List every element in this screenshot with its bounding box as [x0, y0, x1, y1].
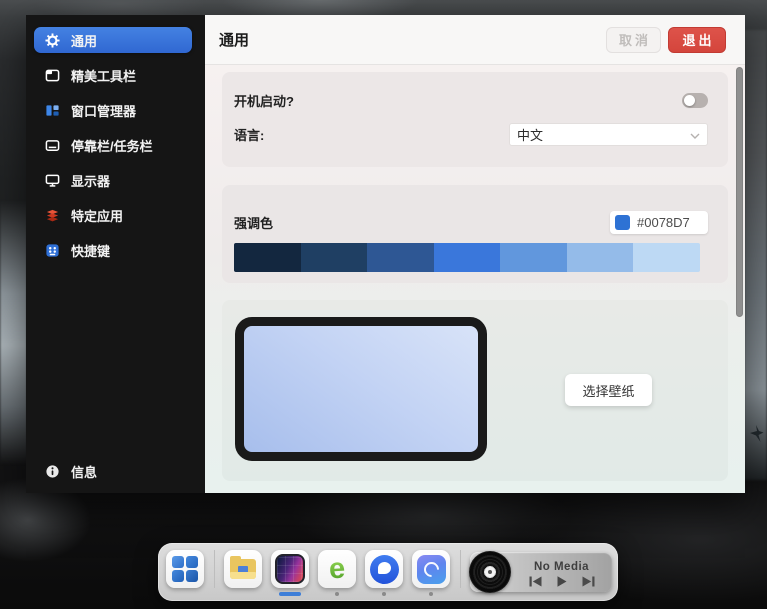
- hotkey-icon: [44, 242, 61, 259]
- sidebar-item-label: 快捷键: [71, 241, 110, 260]
- dock-separator: [214, 550, 215, 588]
- accent-palette-bar: [234, 243, 700, 272]
- toolbar-icon: [44, 67, 61, 84]
- content-header: 通用 取消 退出: [205, 15, 745, 65]
- palette-swatch[interactable]: [434, 243, 501, 272]
- display-icon: [44, 172, 61, 189]
- general-settings-card: 开机启动? 语言: 中文: [222, 72, 728, 167]
- sidebar-item-dock-taskbar[interactable]: 停靠栏/任务栏: [34, 132, 192, 158]
- dock-screen-tool-button[interactable]: [271, 550, 309, 588]
- running-dot-indicator: [382, 592, 386, 596]
- window-manager-icon: [44, 102, 61, 119]
- sidebar-item-specific-apps[interactable]: 特定应用: [34, 202, 192, 228]
- cleaner-c-icon: [417, 555, 446, 584]
- gear-icon: [44, 32, 61, 49]
- running-dot-indicator: [429, 592, 433, 596]
- sidebar-item-hotkeys[interactable]: 快捷键: [34, 237, 192, 263]
- bird-icon: [748, 423, 764, 450]
- language-label: 语言:: [234, 125, 264, 144]
- exit-button[interactable]: 退出: [668, 27, 726, 53]
- dock-browser-button[interactable]: e: [318, 550, 356, 588]
- toggle-knob: [684, 95, 695, 106]
- settings-window: 通用 精美工具栏 窗口管理器 停靠栏/任务栏 显示器: [26, 15, 745, 493]
- wallpaper-card: 选择壁纸: [222, 300, 728, 481]
- sidebar-item-toolbar[interactable]: 精美工具栏: [34, 62, 192, 88]
- dock-file-manager-button[interactable]: [224, 550, 262, 588]
- cancel-button[interactable]: 取消: [606, 27, 661, 53]
- wallpaper-preview: [235, 317, 487, 461]
- sidebar-item-label: 显示器: [71, 171, 110, 190]
- sidebar-item-label: 精美工具栏: [71, 66, 136, 85]
- autostart-label: 开机启动?: [234, 91, 294, 110]
- accent-color-picker[interactable]: #0078D7: [610, 211, 708, 234]
- layers-icon: [44, 207, 61, 224]
- language-select[interactable]: 中文: [509, 123, 708, 146]
- dock-player-button[interactable]: [365, 550, 403, 588]
- palette-swatch[interactable]: [234, 243, 301, 272]
- vinyl-record-icon[interactable]: [469, 551, 511, 593]
- content-pane: 通用 取消 退出 开机启动? 语言: 中文: [205, 15, 745, 493]
- dock: e No Media: [158, 543, 618, 601]
- dock-cleaner-button[interactable]: [412, 550, 450, 588]
- running-dot-indicator: [335, 592, 339, 596]
- active-app-indicator: [279, 592, 301, 596]
- player-bubble-icon: [370, 555, 399, 584]
- sidebar-item-info[interactable]: 信息: [34, 458, 107, 484]
- next-track-button[interactable]: [582, 576, 595, 587]
- palette-swatch[interactable]: [633, 243, 700, 272]
- accent-hex-value: #0078D7: [637, 215, 690, 230]
- page-title: 通用: [219, 29, 249, 50]
- scrollbar-thumb[interactable]: [736, 67, 743, 317]
- previous-track-button[interactable]: [529, 576, 542, 587]
- dock-separator: [460, 550, 461, 588]
- wallpaper-light-ridge: [0, 200, 27, 465]
- media-widget[interactable]: No Media: [470, 552, 612, 592]
- screen-tool-icon: [275, 554, 305, 584]
- autostart-toggle[interactable]: [682, 93, 708, 108]
- sidebar-item-general[interactable]: 通用: [34, 27, 192, 53]
- dock-app-grid-button[interactable]: [166, 550, 204, 588]
- accent-label: 强调色: [234, 213, 273, 232]
- sidebar-item-label: 停靠栏/任务栏: [71, 136, 153, 155]
- sidebar-item-display[interactable]: 显示器: [34, 167, 192, 193]
- file-manager-icon: [230, 559, 256, 579]
- app-grid-icon: [172, 556, 198, 582]
- chevron-down-icon: [690, 127, 700, 142]
- play-button[interactable]: [557, 576, 567, 587]
- palette-swatch[interactable]: [367, 243, 434, 272]
- accent-color-card: 强调色 #0078D7: [222, 185, 728, 283]
- language-value: 中文: [517, 125, 543, 144]
- sidebar-item-label: 通用: [71, 31, 97, 50]
- sidebar-item-label: 信息: [71, 462, 97, 481]
- media-status: No Media: [534, 561, 589, 573]
- sidebar-item-label: 窗口管理器: [71, 101, 136, 120]
- settings-scroll-area: 开机启动? 语言: 中文: [205, 65, 745, 493]
- palette-swatch[interactable]: [500, 243, 567, 272]
- accent-swatch: [615, 215, 630, 230]
- palette-swatch[interactable]: [567, 243, 634, 272]
- wallpaper-right-ridge: [744, 30, 767, 480]
- choose-wallpaper-button[interactable]: 选择壁纸: [565, 374, 652, 406]
- sidebar-item-label: 特定应用: [71, 206, 123, 225]
- sidebar: 通用 精美工具栏 窗口管理器 停靠栏/任务栏 显示器: [26, 15, 205, 493]
- info-icon: [44, 463, 61, 480]
- browser-e-icon: e: [328, 554, 346, 584]
- dock-taskbar-icon: [44, 137, 61, 154]
- sidebar-item-window-manager[interactable]: 窗口管理器: [34, 97, 192, 123]
- palette-swatch[interactable]: [301, 243, 368, 272]
